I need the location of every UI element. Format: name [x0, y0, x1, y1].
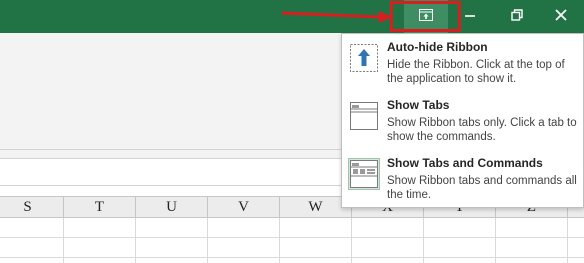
grid-line	[279, 218, 280, 263]
menu-item-title: Show Tabs and Commands	[387, 156, 543, 170]
cell-grid[interactable]	[0, 218, 584, 263]
grid-line	[63, 218, 64, 263]
menu-item-auto-hide-ribbon[interactable]: Auto-hide Ribbon Hide the Ribbon. Click …	[345, 37, 581, 93]
show-tabs-icon	[348, 100, 380, 132]
show-tabs-commands-icon	[348, 158, 380, 190]
menu-item-show-tabs[interactable]: Show Tabs Show Ribbon tabs only. Click a…	[345, 95, 581, 151]
excel-window: S T U V W X Y Z Auto-hide Ribbon	[0, 0, 584, 263]
column-header-u[interactable]: U	[136, 197, 208, 218]
ribbon-display-options-menu: Auto-hide Ribbon Hide the Ribbon. Click …	[341, 33, 584, 208]
grid-line	[423, 218, 424, 263]
grid-line	[207, 218, 208, 263]
menu-item-description: Show Ribbon tabs and commands all the ti…	[387, 175, 577, 201]
menu-item-description: Hide the Ribbon. Click at the top of the…	[387, 59, 565, 85]
column-header-v[interactable]: V	[208, 197, 280, 218]
grid-line	[351, 218, 352, 263]
grid-row	[0, 218, 584, 238]
menu-item-description: Show Ribbon tabs only. Click a tab to sh…	[387, 117, 577, 143]
menu-item-title: Auto-hide Ribbon	[387, 40, 488, 54]
menu-item-title: Show Tabs	[387, 98, 450, 112]
grid-line	[567, 218, 568, 263]
auto-hide-ribbon-icon	[348, 42, 380, 74]
annotation-arrow	[281, 11, 393, 23]
grid-line	[135, 218, 136, 263]
column-header-t[interactable]: T	[64, 197, 136, 218]
menu-item-show-tabs-and-commands[interactable]: Show Tabs and Commands Show Ribbon tabs …	[345, 153, 581, 209]
column-header-s[interactable]: S	[0, 197, 64, 218]
grid-row	[0, 238, 584, 258]
grid-line	[495, 218, 496, 263]
